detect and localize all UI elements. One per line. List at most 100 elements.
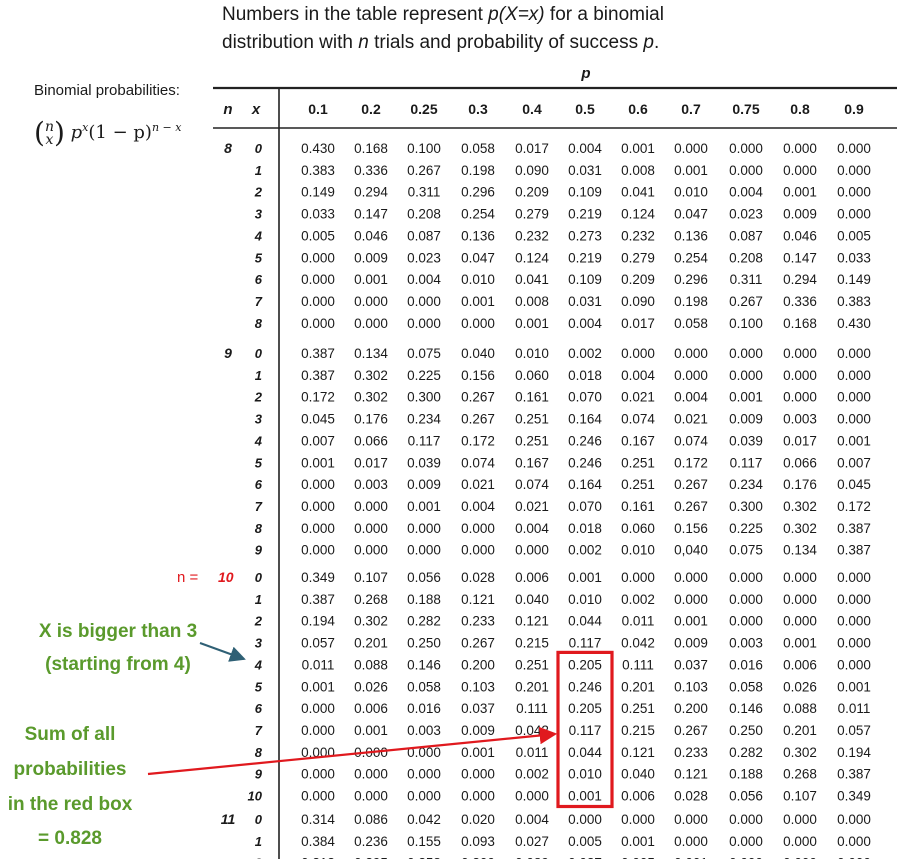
- probability-cell: 0.233: [461, 614, 495, 629]
- probability-cell: 0.000: [301, 543, 335, 558]
- probability-cell: 0.017: [783, 433, 817, 448]
- probability-cell: 0.088: [354, 657, 388, 672]
- probability-cell: 0.000: [461, 789, 495, 804]
- probability-cell: 0.205: [568, 701, 602, 716]
- probability-cell: 0.000: [461, 521, 495, 536]
- probability-cell: 0.209: [621, 272, 655, 287]
- probability-cell: 0.302: [354, 614, 388, 629]
- probability-cell: 0.000: [354, 294, 388, 309]
- probability-cell: 0.147: [783, 250, 817, 265]
- probability-cell: 0.314: [301, 812, 335, 827]
- probability-cell: 0.251: [621, 477, 655, 492]
- probability-cell: 0.000: [301, 701, 335, 716]
- probability-cell: 0.041: [621, 185, 655, 200]
- probability-cell: 0.021: [461, 477, 495, 492]
- probability-cell: 0.087: [407, 228, 441, 243]
- probability-cell: 0.000: [729, 592, 763, 607]
- probability-cell: 0.009: [783, 207, 817, 222]
- x-value-label: 1: [255, 834, 262, 849]
- probability-cell: 0.004: [568, 316, 602, 331]
- probability-cell: 0.009: [407, 477, 441, 492]
- probability-cell: 0.004: [461, 499, 495, 514]
- probability-cell: 0.387: [301, 346, 335, 361]
- probability-cell: 0.430: [301, 141, 335, 156]
- probability-cell: 0.017: [515, 141, 549, 156]
- probability-cell: 0.000: [783, 570, 817, 585]
- probability-cell: 0.215: [515, 636, 549, 651]
- probability-cell: 0.296: [461, 185, 495, 200]
- probability-cell: 0.311: [408, 185, 441, 200]
- probability-cell: 0.147: [354, 207, 388, 222]
- probability-cell: 0.074: [621, 412, 655, 427]
- probability-cell: 0.254: [674, 250, 708, 265]
- probability-cell: 0.001: [515, 316, 549, 331]
- probability-cell: 0.006: [783, 657, 817, 672]
- probability-cell: 0.003: [783, 412, 817, 427]
- probability-cell: 0.011: [838, 701, 871, 716]
- probability-cell: 0.000: [729, 368, 763, 383]
- probability-cell: 0.302: [783, 521, 817, 536]
- probability-cell: 0.047: [461, 250, 495, 265]
- probability-cell: 0.000: [301, 294, 335, 309]
- x-value-label: 7: [255, 723, 263, 738]
- probability-cell: 0.009: [729, 412, 763, 427]
- probability-cell: 0.040: [515, 592, 549, 607]
- probability-cell: 0.225: [729, 521, 763, 536]
- probability-cell: 0.200: [461, 657, 495, 672]
- probability-cell: 0.001: [301, 679, 335, 694]
- probability-cell: 0.045: [301, 412, 335, 427]
- probability-cell: 0.086: [354, 812, 388, 827]
- sum-annotation: Sum of all: [25, 724, 116, 745]
- probability-cell: 0.149: [837, 272, 871, 287]
- probability-cell: 0.026: [354, 679, 388, 694]
- probability-cell: 0.000: [837, 141, 871, 156]
- probability-cell: 0.000: [837, 636, 871, 651]
- probability-cell: 0.010: [515, 346, 549, 361]
- n-value-label: 8: [224, 140, 232, 156]
- probability-cell: 0.267: [461, 390, 495, 405]
- probability-cell: 0.031: [568, 163, 602, 178]
- probability-cell: 0.146: [729, 701, 763, 716]
- probability-cell: 0.172: [674, 455, 708, 470]
- probability-cell: 0.267: [729, 294, 763, 309]
- probability-cell: 0.008: [515, 294, 549, 309]
- probability-cell: 0.001: [783, 636, 817, 651]
- probability-cell: 0.000: [783, 390, 817, 405]
- probability-cell: 0.000: [407, 789, 441, 804]
- probability-cell: 0.044: [568, 614, 602, 629]
- probability-cell: 0.008: [621, 163, 655, 178]
- x-value-label: 6: [255, 701, 263, 716]
- p-column-header: 0.5: [575, 101, 595, 117]
- probability-cell: 0.009: [461, 723, 495, 738]
- probability-cell: 0.011: [516, 745, 549, 760]
- probability-cell: 0.010: [621, 543, 655, 558]
- probability-cell: 0.006: [621, 789, 655, 804]
- probability-cell: 0.267: [461, 412, 495, 427]
- probability-cell: 0.000: [783, 834, 817, 849]
- probability-cell: 0.176: [783, 477, 817, 492]
- probability-cell: 0.168: [354, 141, 388, 156]
- probability-cell: 0.336: [354, 163, 388, 178]
- probability-cell: 0.021: [621, 390, 655, 405]
- probability-cell: 0.200: [674, 701, 708, 716]
- probability-cell: 0.164: [568, 477, 602, 492]
- probability-cell: 0.000: [461, 316, 495, 331]
- probability-cell: 0.000: [729, 812, 763, 827]
- probability-cell: 0.000: [674, 141, 708, 156]
- probability-cell: 0.302: [354, 368, 388, 383]
- probability-cell: 0.384: [301, 834, 335, 849]
- probability-cell: 0.000: [301, 723, 335, 738]
- probability-cell: 0.056: [407, 570, 441, 585]
- probability-cell: 0.000: [301, 250, 335, 265]
- probability-cell: 0.000: [301, 272, 335, 287]
- x-value-label: 0: [255, 346, 263, 361]
- probability-cell: 0.000: [301, 521, 335, 536]
- probability-cell: 0.001: [729, 390, 763, 405]
- x-value-label: 4: [254, 433, 263, 448]
- probability-cell: 0.074: [461, 455, 495, 470]
- probability-cell: 0.336: [783, 294, 817, 309]
- probability-cell: 0.004: [407, 272, 441, 287]
- probability-cell: 0.234: [407, 412, 441, 427]
- probability-cell: 0.093: [461, 834, 495, 849]
- probability-cell: 0.168: [783, 316, 817, 331]
